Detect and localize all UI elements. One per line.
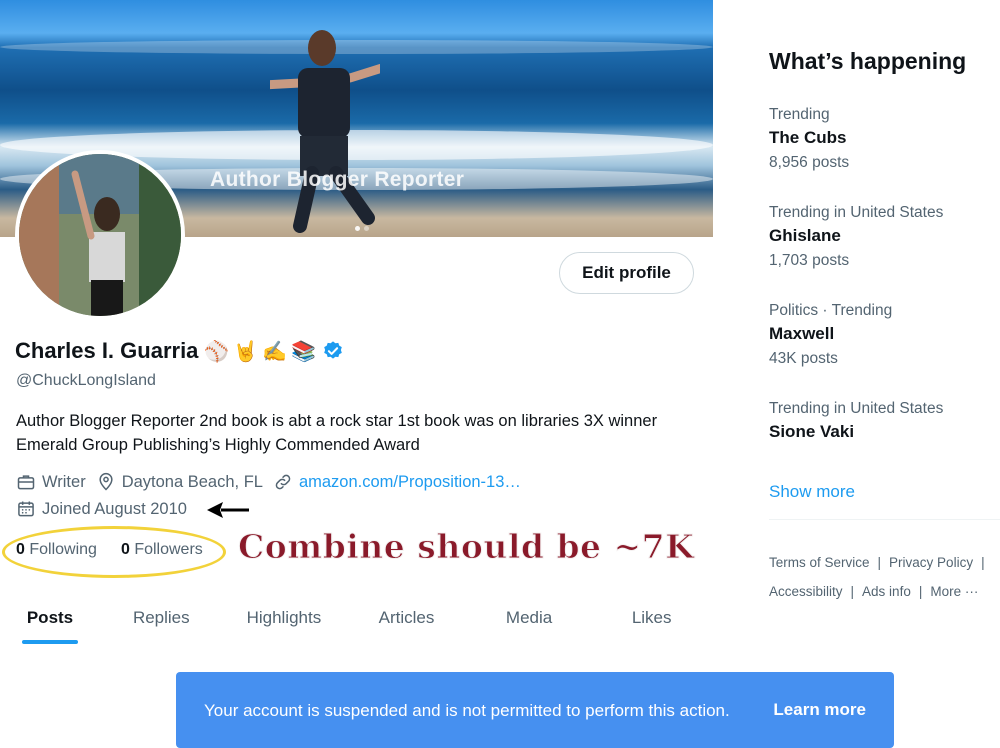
annotation-arrow-icon	[207, 502, 249, 518]
calendar-icon	[18, 501, 34, 517]
avatar-image	[19, 154, 181, 316]
following-count: 0	[16, 541, 25, 558]
followers-label: Followers	[134, 541, 203, 558]
joined-label: Joined August 2010	[42, 499, 187, 518]
occupation: Writer	[16, 472, 86, 492]
avatar[interactable]	[15, 150, 185, 320]
annotation-text: Combine should be ~7K	[237, 527, 695, 567]
edit-profile-button[interactable]: Edit profile	[559, 252, 694, 294]
trend-topic: Maxwell	[769, 324, 835, 343]
tab-label: Media	[505, 608, 553, 627]
tab-replies[interactable]: Replies	[100, 590, 223, 646]
tab-label: Posts	[26, 608, 74, 627]
followers-link[interactable]: 0 Followers	[121, 541, 203, 559]
trend-topic: The Cubs	[769, 128, 847, 147]
trend-context: Trending	[769, 106, 830, 123]
tab-media[interactable]: Media	[468, 590, 591, 646]
trend-count: 43K posts	[769, 350, 838, 367]
banner-overlay-text: Author Blogger Reporter	[210, 168, 465, 191]
profile-name-row: Charles I. Guarria ⚾ 🤘 ✍️ 📚	[15, 338, 344, 364]
more-link[interactable]: More ···	[930, 584, 978, 599]
tab-likes[interactable]: Likes	[590, 590, 713, 646]
banner-pagination-dots	[355, 226, 369, 231]
profile-name: Charles I. Guarria	[15, 338, 199, 363]
trend-context: Politics · Trending	[769, 302, 893, 319]
tab-highlights[interactable]: Highlights	[223, 590, 346, 646]
trend-topic: Sione Vaki	[769, 422, 855, 441]
following-label: Following	[29, 541, 97, 558]
location-pin-icon	[99, 472, 113, 491]
trend-item[interactable]: Trending in United States Sione Vaki	[769, 400, 943, 442]
active-tab-indicator	[22, 640, 78, 644]
profile-meta: Writer Daytona Beach, FL amazon.com/Prop…	[16, 472, 521, 492]
joined-date: Joined August 2010	[16, 499, 187, 519]
baseball-emoji: ⚾	[204, 340, 230, 363]
trend-topic: Ghislane	[769, 226, 841, 245]
tab-label: Highlights	[246, 608, 322, 627]
trend-item[interactable]: Trending The Cubs 8,956 posts	[769, 106, 849, 172]
sidebar-divider	[769, 519, 1000, 520]
name-emojis: ⚾ 🤘 ✍️ 📚	[204, 339, 316, 364]
trend-context: Trending in United States	[769, 400, 944, 417]
website: amazon.com/Proposition-13…	[273, 472, 521, 492]
ads-info-link[interactable]: Ads info	[862, 584, 911, 599]
tab-label: Likes	[631, 608, 672, 627]
privacy-link[interactable]: Privacy Policy	[889, 555, 973, 570]
tab-label: Articles	[378, 608, 435, 627]
tab-label: Replies	[132, 608, 190, 627]
profile-bio: Author Blogger Reporter 2nd book is abt …	[16, 412, 658, 454]
trend-item[interactable]: Trending in United States Ghislane 1,703…	[769, 204, 943, 270]
occupation-label: Writer	[42, 472, 86, 491]
trend-count: 1,703 posts	[769, 252, 850, 269]
right-sidebar: What’s happening Trending The Cubs 8,956…	[752, 0, 1000, 748]
books-emoji: 📚	[291, 340, 317, 363]
trend-context: Trending in United States	[769, 204, 944, 221]
followers-count: 0	[120, 541, 130, 558]
briefcase-icon	[17, 475, 35, 490]
verified-badge-icon[interactable]	[322, 340, 344, 362]
trend-item[interactable]: Politics · Trending Maxwell 43K posts	[769, 302, 892, 368]
tab-articles[interactable]: Articles	[345, 590, 468, 646]
link-icon	[275, 474, 291, 490]
banner-person-image	[270, 30, 380, 233]
website-link[interactable]: amazon.com/Proposition-13…	[299, 473, 521, 492]
suspension-message: Your account is suspended and is not per…	[204, 700, 730, 720]
location: Daytona Beach, FL	[96, 472, 263, 492]
sidebar-footer: Terms of Service | Privacy Policy | Accessi…	[769, 555, 985, 599]
trend-count: 8,956 posts	[769, 154, 850, 171]
accessibility-link[interactable]: Accessibility	[769, 584, 843, 599]
following-link[interactable]: 0 Following	[16, 541, 97, 559]
profile-tabs: Posts Replies Highlights Articles Media …	[0, 590, 713, 646]
follow-counts: 0 Following 0 Followers	[16, 541, 203, 559]
writing-hand-emoji: ✍️	[262, 340, 288, 363]
rock-hand-emoji: 🤘	[233, 340, 259, 363]
tab-posts[interactable]: Posts	[0, 590, 100, 646]
profile-handle: @ChuckLongIsland	[16, 372, 156, 389]
location-label: Daytona Beach, FL	[121, 472, 263, 491]
terms-link[interactable]: Terms of Service	[769, 555, 870, 570]
show-more-link[interactable]: Show more	[769, 482, 855, 502]
trends-title: What’s happening	[769, 48, 967, 74]
